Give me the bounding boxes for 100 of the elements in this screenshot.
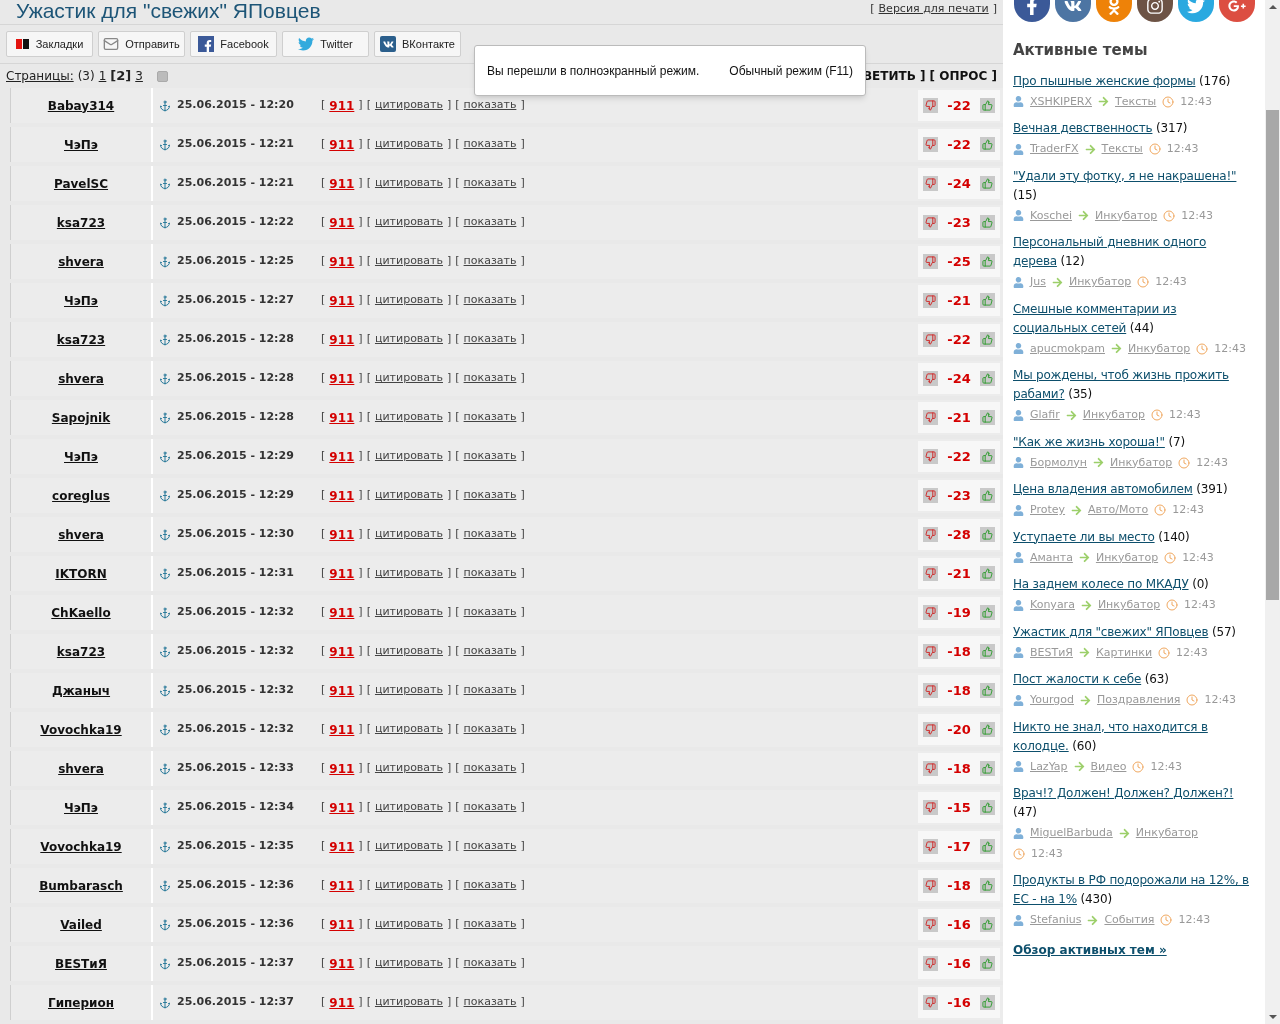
- report-link[interactable]: 911: [329, 915, 355, 934]
- share-button[interactable]: Отправить: [98, 31, 185, 58]
- thumbs-up-icon[interactable]: [980, 839, 995, 854]
- username-link[interactable]: ЧэПэ: [64, 135, 98, 154]
- username-link[interactable]: Sapojnik: [51, 408, 111, 427]
- action-link[interactable]: цитировать: [374, 604, 443, 621]
- anchor-icon[interactable]: [159, 606, 171, 619]
- topic-title[interactable]: Мы рождены, чтоб жизнь прожить рабами? (35): [1013, 366, 1253, 404]
- action-link[interactable]: показать: [463, 916, 517, 933]
- report-link[interactable]: 911: [329, 135, 355, 154]
- report-link[interactable]: 911: [329, 759, 355, 778]
- exit-fullscreen-link[interactable]: Обычный режим (F11): [729, 61, 853, 80]
- share-button[interactable]: Twitter: [282, 31, 369, 58]
- anchor-icon[interactable]: [159, 99, 171, 112]
- anchor-icon[interactable]: [159, 489, 171, 502]
- anchor-icon[interactable]: [159, 450, 171, 463]
- action-link[interactable]: цитировать: [374, 721, 443, 738]
- action-link[interactable]: цитировать: [374, 682, 443, 699]
- report-link[interactable]: 911: [329, 603, 355, 622]
- thumbs-up-icon[interactable]: [980, 449, 995, 464]
- action-link[interactable]: показать: [463, 838, 517, 855]
- thumbs-down-icon[interactable]: [923, 683, 938, 698]
- report-link[interactable]: 911: [329, 564, 355, 583]
- action-link[interactable]: цитировать: [374, 643, 443, 660]
- report-link[interactable]: 911: [329, 330, 355, 349]
- topic-title[interactable]: Персональный дневник одного дерева (12): [1013, 233, 1253, 271]
- anchor-icon[interactable]: [159, 723, 171, 736]
- anchor-icon[interactable]: [159, 645, 171, 658]
- action-link[interactable]: цитировать: [374, 370, 443, 387]
- username-link[interactable]: IKTORN: [55, 564, 107, 583]
- username-link[interactable]: PavelSC: [53, 174, 109, 193]
- thumbs-down-icon[interactable]: [923, 566, 938, 581]
- anchor-icon[interactable]: [159, 957, 171, 970]
- action-link[interactable]: цитировать: [374, 214, 443, 231]
- thumbs-up-icon[interactable]: [980, 995, 995, 1010]
- action-link[interactable]: показать: [463, 565, 517, 582]
- thumbs-up-icon[interactable]: [980, 605, 995, 620]
- thumbs-down-icon[interactable]: [923, 176, 938, 191]
- more-topics-link[interactable]: Обзор активных тем »: [1013, 940, 1259, 959]
- action-link[interactable]: показать: [463, 97, 517, 114]
- scroll-down-icon[interactable]: [1268, 1015, 1277, 1019]
- report-link[interactable]: 911: [329, 96, 355, 115]
- thumbs-down-icon[interactable]: [923, 254, 938, 269]
- anchor-icon[interactable]: [159, 996, 171, 1009]
- report-link[interactable]: 911: [329, 291, 355, 310]
- report-link[interactable]: 911: [329, 681, 355, 700]
- pages-label[interactable]: Страницы:: [6, 67, 74, 86]
- share-button[interactable]: ВКонтакте: [374, 31, 461, 58]
- thumbs-down-icon[interactable]: [923, 878, 938, 893]
- share-button[interactable]: Facebook: [190, 31, 277, 58]
- report-link[interactable]: 911: [329, 798, 355, 817]
- action-link[interactable]: показать: [463, 409, 517, 426]
- thumbs-up-icon[interactable]: [980, 98, 995, 113]
- action-link[interactable]: цитировать: [374, 331, 443, 348]
- action-link[interactable]: цитировать: [374, 955, 443, 972]
- action-link[interactable]: показать: [463, 214, 517, 231]
- username-link[interactable]: ChKaello: [51, 603, 111, 622]
- thumbs-up-icon[interactable]: [980, 722, 995, 737]
- topic-title[interactable]: "Как же жизнь хороша!" (7): [1013, 432, 1253, 452]
- username-link[interactable]: ksa723: [56, 213, 106, 232]
- action-link[interactable]: показать: [463, 292, 517, 309]
- scroll-up-icon[interactable]: [1268, 5, 1277, 9]
- thumbs-up-icon[interactable]: [980, 254, 995, 269]
- thumbs-down-icon[interactable]: [923, 722, 938, 737]
- username-link[interactable]: Vovochka19: [40, 720, 122, 739]
- action-link[interactable]: цитировать: [374, 565, 443, 582]
- report-link[interactable]: 911: [329, 447, 355, 466]
- username-link[interactable]: shvera: [58, 369, 104, 388]
- thumbs-down-icon[interactable]: [923, 839, 938, 854]
- thumbs-down-icon[interactable]: [923, 215, 938, 230]
- report-link[interactable]: 911: [329, 993, 355, 1012]
- action-link[interactable]: показать: [463, 331, 517, 348]
- thumbs-up-icon[interactable]: [980, 293, 995, 308]
- anchor-icon[interactable]: [159, 528, 171, 541]
- thumbs-down-icon[interactable]: [923, 644, 938, 659]
- anchor-icon[interactable]: [159, 138, 171, 151]
- report-link[interactable]: 911: [329, 876, 355, 895]
- anchor-icon[interactable]: [159, 567, 171, 580]
- thumbs-up-icon[interactable]: [980, 215, 995, 230]
- print-version-link[interactable]: Версия для печати: [878, 1, 989, 18]
- username-link[interactable]: Vovochka19: [40, 837, 122, 856]
- anchor-icon[interactable]: [159, 918, 171, 931]
- topic-title[interactable]: Уступаете ли вы место (140): [1013, 527, 1253, 547]
- action-link[interactable]: цитировать: [374, 448, 443, 465]
- anchor-icon[interactable]: [159, 333, 171, 346]
- anchor-icon[interactable]: [159, 372, 171, 385]
- thumbs-down-icon[interactable]: [923, 410, 938, 425]
- action-link[interactable]: цитировать: [374, 253, 443, 270]
- topic-title[interactable]: Ужастик для "свежих" ЯПовцев (57): [1013, 622, 1253, 642]
- username-link[interactable]: Гиперион: [48, 993, 114, 1012]
- action-link[interactable]: цитировать: [374, 409, 443, 426]
- topic-title[interactable]: Никто не знал, что находится в колодце. (60): [1013, 717, 1253, 756]
- report-link[interactable]: 911: [329, 213, 355, 232]
- username-link[interactable]: shvera: [58, 759, 104, 778]
- thumbs-up-icon[interactable]: [980, 332, 995, 347]
- thumbs-up-icon[interactable]: [980, 644, 995, 659]
- report-link[interactable]: 911: [329, 486, 355, 505]
- action-link[interactable]: цитировать: [374, 526, 443, 543]
- thumbs-up-icon[interactable]: [980, 917, 995, 932]
- action-link[interactable]: показать: [463, 526, 517, 543]
